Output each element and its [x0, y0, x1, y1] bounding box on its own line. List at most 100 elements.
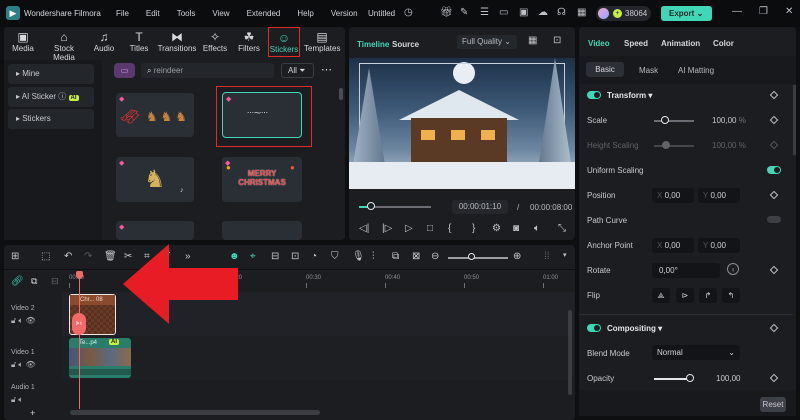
transform-toggle[interactable] [587, 91, 601, 99]
menu-edit[interactable]: Edit [146, 9, 160, 18]
tab-effects[interactable]: ✧ Effects [202, 30, 228, 53]
menu-version[interactable]: Version [331, 9, 358, 18]
playhead[interactable] [79, 276, 80, 409]
next-frame-icon[interactable]: |▷ [382, 223, 392, 234]
quality-dropdown[interactable]: Full Quality ⌄ [457, 35, 517, 49]
reset-button[interactable]: Reset [760, 397, 786, 412]
volume-icon[interactable]: 🔈︎ [534, 223, 540, 234]
eye-icon[interactable]: 👁︎ [25, 316, 35, 325]
avatar[interactable] [598, 8, 609, 19]
credits-pill[interactable]: + 38064 [596, 6, 651, 21]
lock-icon[interactable]: 🔓︎ [11, 395, 16, 404]
tab-color[interactable]: Color [713, 39, 734, 48]
rotate-input[interactable]: 0,00° [652, 263, 720, 278]
redo-icon[interactable]: ↷ [84, 251, 92, 262]
flip-vertical-icon[interactable]: ⟁ [652, 288, 670, 303]
compositing-header[interactable]: Compositing ▾ [607, 324, 662, 333]
image-icon[interactable]: ⊡ [291, 251, 299, 262]
zoom-out-icon[interactable]: ⊖ [431, 251, 439, 262]
mark-in-icon[interactable]: { [448, 223, 451, 234]
tab-audio[interactable]: ♫ Audio [92, 30, 116, 53]
tab-timeline[interactable]: Timeline [357, 40, 389, 49]
tab-speed[interactable]: Speed [624, 39, 648, 48]
fit-icon[interactable]: ⊠ [412, 251, 420, 262]
layout-grid-icon[interactable]: ⊞ [11, 251, 19, 262]
speed-ramp-icon[interactable]: ◔ [311, 251, 317, 262]
menu-tools[interactable]: Tools [177, 9, 196, 18]
properties-scrollbar[interactable] [793, 85, 796, 155]
track-height-icon[interactable]: ⁞⁞ [544, 251, 550, 262]
tab-source[interactable]: Source [392, 40, 419, 49]
tab-video[interactable]: Video [588, 39, 610, 48]
save-icon[interactable]: ▣ [519, 7, 528, 18]
lock-icon[interactable]: 🔓︎ [11, 360, 16, 369]
sticker-santa-reindeer[interactable]: ◆ 🛷︎ ♞♞♞ [116, 93, 194, 137]
tab-templates[interactable]: ▤ Templates [304, 30, 340, 53]
video-preview[interactable] [349, 58, 575, 189]
tab-stock-media[interactable]: ⌂ Stock Media [42, 30, 86, 62]
tab-media[interactable]: ▣ Media [10, 30, 36, 53]
rotate-right-icon[interactable]: ↱ [699, 288, 717, 303]
layout-icon[interactable]: ▭ [499, 7, 508, 18]
more-tools-icon[interactable]: » [185, 251, 191, 262]
anchor-y-input[interactable]: Y 0,00 [698, 238, 740, 253]
sidebar-item-ai-sticker[interactable]: ▸ AI Sticker ⓘ AI [8, 87, 94, 107]
tasks-icon[interactable]: ☰ [480, 7, 489, 18]
fullscreen-icon[interactable]: ⤡ [558, 223, 566, 234]
restore-icon[interactable]: ❐ [759, 6, 768, 17]
zoom-handle[interactable] [468, 253, 475, 260]
subtab-ai-matting[interactable]: AI Matting [678, 66, 714, 75]
link-icon[interactable]: 🔗︎ [11, 276, 24, 287]
menu-extended[interactable]: Extended [247, 9, 281, 18]
opacity-handle[interactable] [686, 374, 694, 382]
chevron-down-icon[interactable]: ▾ [563, 251, 567, 259]
minimize-icon[interactable]: — [732, 6, 742, 17]
zoom-slider[interactable] [448, 257, 508, 259]
menu-file[interactable]: File [116, 9, 129, 18]
blend-mode-dropdown[interactable]: Normal ⌄ [652, 345, 740, 360]
mark-out-icon[interactable]: } [472, 223, 475, 234]
mixer-icon[interactable]: ⫶ [372, 251, 375, 262]
sticker-golden-deer[interactable]: ◆ ♞ ♪ [116, 157, 194, 202]
menu-help[interactable]: Help [297, 9, 313, 18]
zoom-in-icon[interactable]: ⊕ [513, 251, 521, 262]
sticker-partial[interactable] [222, 221, 302, 240]
flip-horizontal-icon[interactable]: ⊳ [676, 288, 694, 303]
playhead-handle[interactable] [76, 271, 83, 279]
help-icon[interactable]: ⓘ [58, 92, 66, 101]
export-button[interactable]: Export ⌄ [661, 6, 712, 21]
tab-transitions[interactable]: ⧓ Transitions [157, 30, 197, 53]
filter-dropdown[interactable]: All ⏷ [281, 63, 314, 78]
camera-icon[interactable]: ◙ [513, 223, 519, 234]
replace-icon[interactable]: ⧉ [392, 251, 399, 262]
tab-titles[interactable]: T Titles [127, 30, 151, 53]
tab-animation[interactable]: Animation [661, 39, 700, 48]
add-track-icon[interactable]: + [30, 408, 35, 418]
rotate-left-icon[interactable]: ↰ [722, 288, 740, 303]
menu-view[interactable]: View [212, 9, 229, 18]
mute-icon[interactable]: 🔈︎ [18, 395, 23, 404]
transform-header[interactable]: Transform ▾ [607, 91, 652, 100]
timeline-vscrollbar[interactable] [568, 310, 572, 395]
sidebar-item-stickers[interactable]: ▸ Stickers [8, 109, 94, 129]
uniform-scaling-toggle[interactable] [767, 166, 781, 174]
subtab-basic[interactable]: Basic [586, 62, 624, 77]
group-icon[interactable]: ⧉ [31, 276, 37, 287]
path-curve-toggle[interactable] [767, 216, 781, 223]
apps-grid-icon[interactable]: ▦ [577, 7, 586, 18]
scissors-icon[interactable]: ✂ [124, 251, 132, 262]
prev-frame-icon[interactable]: ◁| [359, 223, 369, 234]
ai-search-toggle-icon[interactable]: ▭ [114, 63, 135, 78]
more-options-icon[interactable]: ⋯ [321, 63, 332, 76]
sticker-flying-sleigh[interactable]: ◆ ⋯⁓⋯ [222, 92, 302, 138]
stop-icon[interactable]: □ [427, 223, 433, 234]
grid-icon[interactable]: ▦ [528, 35, 537, 46]
delete-icon[interactable]: 🗑︎ [104, 251, 117, 262]
sticker-merry-christmas[interactable]: ◆ MERRY CHRISTMAS ● ● [222, 157, 302, 202]
select-tool-icon[interactable]: ⬚ [41, 251, 50, 262]
rotate-dial-icon[interactable]: ╷ [727, 263, 739, 275]
position-x-input[interactable]: X 0,00 [652, 188, 694, 203]
compositing-toggle[interactable] [587, 324, 601, 332]
crop-icon[interactable]: ⌗ [144, 251, 150, 262]
snapshot-view-icon[interactable]: ⊡ [553, 35, 561, 46]
